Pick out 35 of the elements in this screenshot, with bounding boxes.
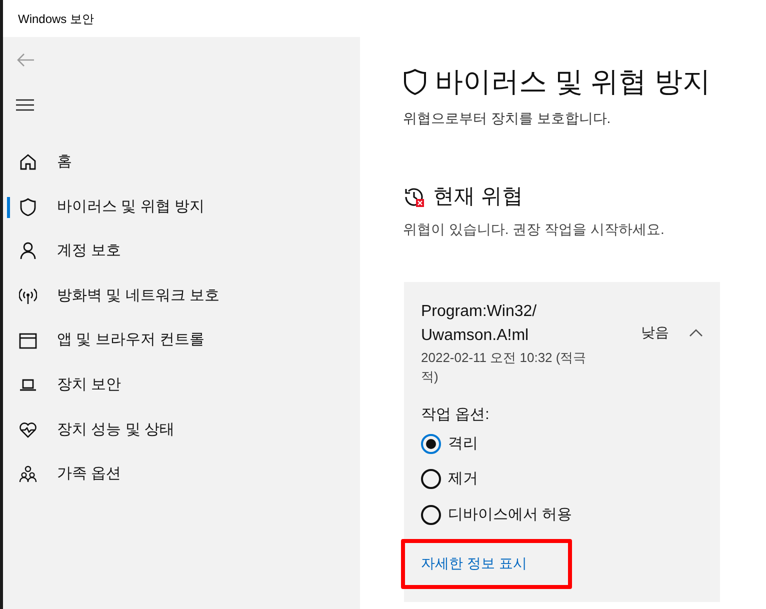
- radio-label[interactable]: 디바이스에서 허용: [448, 504, 572, 526]
- radio-label[interactable]: 제거: [448, 468, 478, 490]
- nav-item[interactable]: 계정 보호: [3, 229, 360, 274]
- antenna-icon: [19, 287, 37, 306]
- window-icon: [19, 332, 37, 350]
- shield-icon: [19, 198, 37, 216]
- nav-item[interactable]: 장치 보안: [3, 362, 360, 408]
- people-icon: [19, 465, 37, 484]
- clock-warning-icon: [403, 186, 425, 208]
- shield-icon: [403, 68, 427, 96]
- person-icon: [19, 242, 37, 260]
- threat-time: 2022-02-11 오전 10:32 (적극적): [421, 348, 588, 386]
- details-link[interactable]: 자세한 정보 표시: [421, 553, 527, 574]
- page-subtitle: 위협으로부터 장치를 보호합니다.: [403, 109, 611, 128]
- nav-item[interactable]: 홈: [3, 140, 360, 185]
- page-title: 바이러스 및 위협 방지: [435, 65, 710, 99]
- window-title: Windows 보안: [18, 10, 94, 28]
- nav-item[interactable]: 가족 옵션: [3, 452, 360, 497]
- nav-item[interactable]: 장치 성능 및 상태: [3, 408, 360, 452]
- nav-item[interactable]: 방화벽 및 네트워크 보호: [3, 274, 360, 318]
- home-icon: [19, 153, 37, 172]
- threat-name: Program:Win32/Uwamson.A!ml: [421, 302, 538, 346]
- threat-message: 위협이 있습니다. 권장 작업을 시작하세요.: [403, 220, 664, 238]
- radio-button[interactable]: [421, 469, 441, 490]
- nav-item[interactable]: 바이러스 및 위협 방지: [3, 184, 360, 230]
- severity-level: 낮음: [641, 323, 669, 342]
- nav-item[interactable]: 앱 및 브라우저 컨트롤: [3, 318, 360, 363]
- radio-button[interactable]: [421, 434, 441, 454]
- chevron-icon[interactable]: [689, 328, 703, 336]
- radio-label[interactable]: 격리: [448, 432, 478, 455]
- options-label: 작업 옵션:: [421, 404, 490, 424]
- heart-pulse-icon: [19, 420, 37, 439]
- radio-button[interactable]: [421, 504, 441, 525]
- section-heading: 현재 위협: [433, 184, 523, 210]
- menu-icon[interactable]: [16, 98, 34, 110]
